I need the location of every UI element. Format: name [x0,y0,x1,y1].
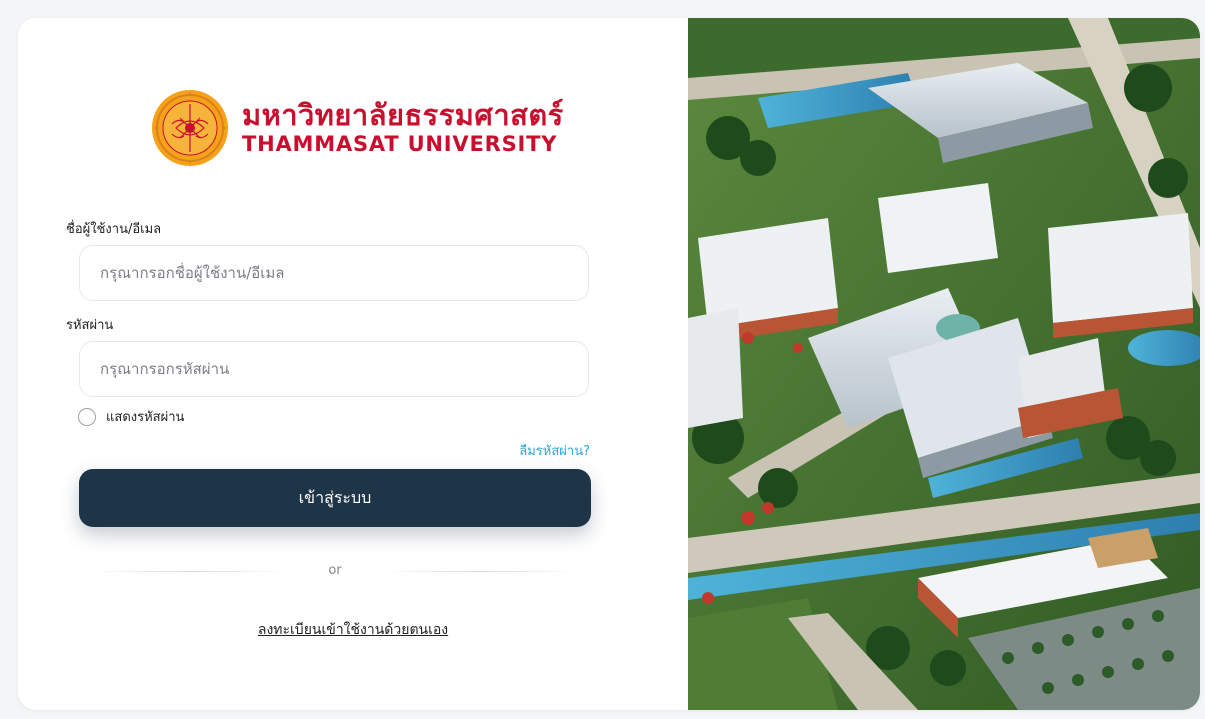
show-password-radio[interactable] [78,407,96,426]
login-form-pane: มหาวิทยาลัยธรรมศาสตร์ THAMMASAT UNIVERSI… [18,18,688,710]
divider-line-right [380,571,580,572]
username-label: ชื่อผู้ใช้งาน/อีเมล [66,222,162,237]
self-register-link[interactable]: ลงทะเบียนเข้าใช้งานด้วยตนเอง [258,622,448,638]
university-name-thai: มหาวิทยาลัยธรรมศาสตร์ [242,98,564,132]
forgot-password-link[interactable]: ลืมรหัสผ่าน? [519,440,590,461]
or-divider: or [90,564,580,578]
login-button[interactable]: เข้าสู่ระบบ [79,469,591,527]
university-logo: มหาวิทยาลัยธรรมศาสตร์ THAMMASAT UNIVERSI… [150,88,564,168]
campus-hero-image [688,18,1200,710]
university-name-english: THAMMASAT UNIVERSITY [242,132,558,156]
register-wrapper: ลงทะเบียนเข้าใช้งานด้วยตนเอง [18,619,688,641]
login-card: มหาวิทยาลัยธรรมศาสตร์ THAMMASAT UNIVERSI… [18,18,1200,710]
campus-aerial-illustration-icon [688,18,1200,710]
password-label: รหัสผ่าน [66,318,114,333]
password-input[interactable] [79,341,589,397]
username-input[interactable] [79,245,589,301]
show-password-label: แสดงรหัสผ่าน [106,410,185,425]
show-password-toggle[interactable]: แสดงรหัสผ่าน [78,406,184,427]
university-name: มหาวิทยาลัยธรรมศาสตร์ THAMMASAT UNIVERSI… [242,99,564,157]
university-seal-icon [152,90,228,166]
